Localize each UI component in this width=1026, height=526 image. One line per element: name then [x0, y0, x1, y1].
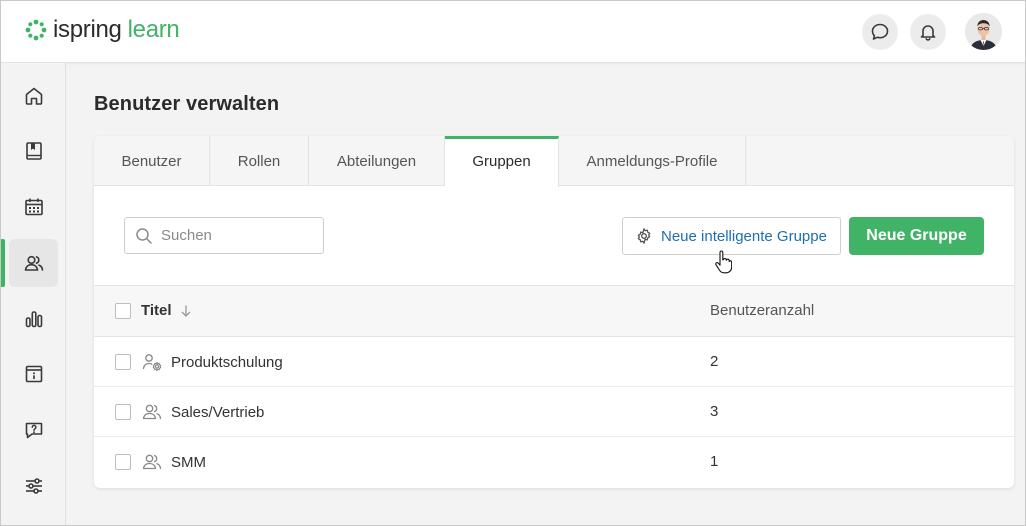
sidebar-item-help[interactable] [9, 406, 58, 454]
calendar-icon [24, 198, 43, 216]
tab-gruppen[interactable]: Gruppen [445, 136, 559, 187]
group-icon [142, 454, 162, 470]
sidebar-item-info[interactable] [9, 350, 58, 398]
avatar-portrait-icon [965, 13, 1002, 50]
info-archive-icon [25, 365, 42, 383]
sidebar-item-settings[interactable] [9, 462, 58, 510]
sidebar [1, 63, 66, 525]
tab-anmeldungs-profile[interactable]: Anmeldungs-Profile [559, 136, 746, 186]
sort-down-arrow-icon [181, 305, 191, 317]
row-checkbox[interactable] [115, 404, 131, 420]
sliders-icon [25, 478, 42, 494]
page-title: Benutzer verwalten [94, 93, 280, 115]
chat-bubble-icon [871, 23, 889, 40]
logo[interactable]: ispring learn [25, 15, 180, 45]
search-input[interactable] [161, 227, 311, 244]
column-header-title[interactable]: Titel [141, 302, 192, 319]
row-title-cell: Sales/Vertrieb [141, 401, 264, 423]
select-all-checkbox[interactable] [115, 303, 131, 319]
home-icon [25, 87, 42, 105]
new-smart-group-label: Neue intelligente Gruppe [661, 227, 827, 245]
tab-benutzer[interactable]: Benutzer [94, 136, 210, 186]
row-checkbox[interactable] [115, 454, 131, 470]
bar-chart-icon [25, 311, 42, 328]
logo-main-text: ispring [53, 16, 122, 43]
tab-bar: Benutzer Rollen Abteilungen Gruppen Anme… [94, 136, 1014, 187]
active-nav-indicator [1, 239, 5, 287]
book-icon [25, 142, 42, 160]
sidebar-item-home[interactable] [9, 72, 58, 120]
row-title-text: Produktschulung [171, 353, 283, 371]
notifications-button[interactable] [910, 14, 946, 50]
app-window: ispring learn Benutzer verwalten Benutze… [0, 0, 1026, 526]
question-bubble-icon [25, 422, 42, 439]
row-title-text: Sales/Vertrieb [171, 403, 265, 421]
search-box[interactable] [124, 217, 324, 254]
tab-abteilungen[interactable]: Abteilungen [309, 136, 445, 186]
logo-mark-icon [25, 19, 47, 41]
bell-icon [920, 25, 936, 41]
table-row[interactable]: Produktschulung 2 [94, 337, 1014, 387]
chat-button[interactable] [862, 14, 898, 50]
column-header-count[interactable]: Benutzeranzahl [710, 302, 814, 319]
user-avatar[interactable] [965, 13, 1002, 50]
sidebar-item-calendar[interactable] [9, 183, 58, 231]
sidebar-item-users[interactable] [9, 239, 58, 287]
row-title-cell: SMM [141, 451, 206, 473]
top-header: ispring learn [1, 1, 1025, 63]
sidebar-item-catalog[interactable] [9, 127, 58, 175]
group-icon [142, 404, 162, 420]
new-group-button[interactable]: Neue Gruppe [849, 217, 984, 255]
smart-group-icon [142, 354, 162, 372]
table-row[interactable]: SMM 1 [94, 437, 1014, 487]
search-icon [136, 227, 152, 244]
row-count-text: 3 [710, 403, 719, 420]
users-icon [24, 255, 43, 271]
table-header: Titel Benutzeranzahl [94, 285, 1014, 337]
row-title-text: SMM [171, 453, 206, 471]
sidebar-item-reports[interactable] [9, 295, 58, 343]
row-checkbox[interactable] [115, 354, 131, 370]
row-count-text: 2 [710, 353, 719, 370]
row-count-text: 1 [710, 453, 719, 470]
groups-card: Benutzer Rollen Abteilungen Gruppen Anme… [94, 136, 1014, 488]
column-title-label: Titel [141, 302, 172, 319]
logo-accent-text: learn [127, 16, 180, 43]
table-row[interactable]: Sales/Vertrieb 3 [94, 387, 1014, 437]
hand-cursor-icon [715, 250, 732, 274]
logo-text: ispring learn [53, 15, 180, 45]
tab-rollen[interactable]: Rollen [210, 136, 309, 186]
gear-icon [637, 228, 651, 244]
row-title-cell: Produktschulung [141, 351, 283, 373]
